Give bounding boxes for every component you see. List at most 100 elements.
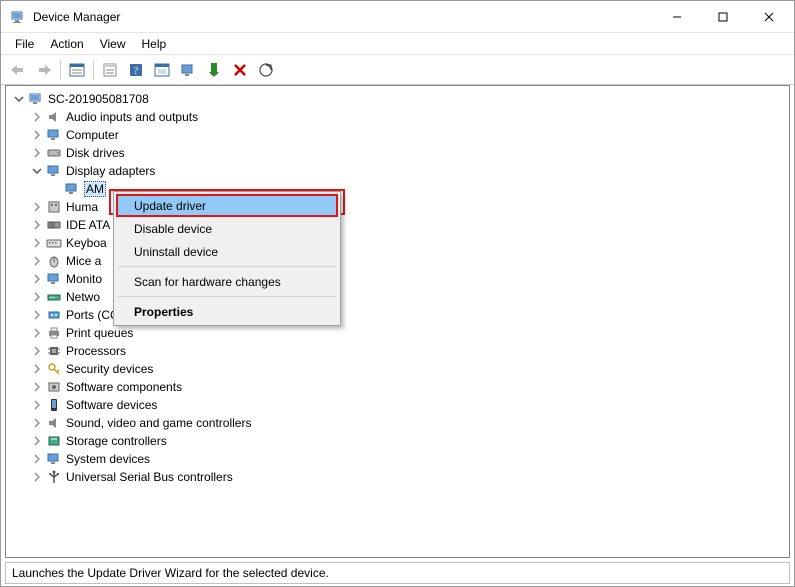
tree-node-system[interactable]: System devices — [8, 450, 787, 468]
ctx-scan-hardware[interactable]: Scan for hardware changes — [116, 270, 338, 293]
svg-text:?: ? — [134, 66, 139, 77]
toolbar-sep — [60, 60, 61, 80]
chevron-right-icon[interactable] — [30, 110, 44, 124]
chevron-right-icon[interactable] — [30, 290, 44, 304]
ide-icon — [46, 217, 62, 233]
tree-node-computer[interactable]: Computer — [8, 126, 787, 144]
chevron-right-icon[interactable] — [30, 128, 44, 142]
spacer — [48, 182, 62, 196]
computer-icon — [28, 91, 44, 107]
node-label: Print queues — [66, 326, 133, 340]
chevron-right-icon[interactable] — [30, 344, 44, 358]
mouse-icon — [46, 253, 62, 269]
usb-icon — [46, 469, 62, 485]
status-text: Launches the Update Driver Wizard for th… — [12, 566, 329, 580]
tree-node-print[interactable]: Print queues — [8, 324, 787, 342]
statusbar: Launches the Update Driver Wizard for th… — [5, 562, 790, 584]
tree-node-security[interactable]: Security devices — [8, 360, 787, 378]
context-menu: Update driver Disable device Uninstall d… — [113, 191, 341, 326]
menu-help[interactable]: Help — [134, 35, 175, 53]
chevron-down-icon[interactable] — [12, 92, 26, 106]
toolbar-back-button[interactable] — [6, 58, 30, 82]
chevron-right-icon[interactable] — [30, 434, 44, 448]
tree-node-sound[interactable]: Sound, video and game controllers — [8, 414, 787, 432]
node-label: Keyboa — [66, 236, 107, 250]
chevron-right-icon[interactable] — [30, 452, 44, 466]
node-label: SC-201905081708 — [48, 92, 149, 106]
chevron-right-icon[interactable] — [30, 272, 44, 286]
toolbar-update-driver-button[interactable] — [150, 58, 174, 82]
speaker-icon — [46, 109, 62, 125]
device-manager-window: Device Manager File Action View Help ? — [0, 0, 795, 587]
node-label: Processors — [66, 344, 126, 358]
toolbar-disable-button[interactable] — [176, 58, 200, 82]
node-label: Security devices — [66, 362, 153, 376]
toolbar-uninstall-button[interactable] — [228, 58, 252, 82]
menu-file[interactable]: File — [7, 35, 42, 53]
chevron-right-icon[interactable] — [30, 326, 44, 340]
chevron-right-icon[interactable] — [30, 416, 44, 430]
node-label: System devices — [66, 452, 150, 466]
tree-root[interactable]: SC-201905081708 — [8, 90, 787, 108]
maximize-button[interactable] — [700, 1, 746, 32]
toolbar: ? — [1, 55, 794, 85]
node-label: Sound, video and game controllers — [66, 416, 251, 430]
speaker-icon — [46, 415, 62, 431]
toolbar-enable-button[interactable] — [202, 58, 226, 82]
tree-node-display-adapters[interactable]: Display adapters — [8, 162, 787, 180]
node-label: Netwo — [66, 290, 100, 304]
ctx-disable-device[interactable]: Disable device — [116, 217, 338, 240]
chevron-right-icon[interactable] — [30, 146, 44, 160]
menu-action[interactable]: Action — [42, 35, 91, 53]
node-label: Mice a — [66, 254, 101, 268]
ctx-uninstall-device[interactable]: Uninstall device — [116, 240, 338, 263]
chevron-right-icon[interactable] — [30, 218, 44, 232]
chevron-right-icon[interactable] — [30, 236, 44, 250]
monitor-icon — [64, 181, 80, 197]
node-label: Universal Serial Bus controllers — [66, 470, 233, 484]
tree-node-usb[interactable]: Universal Serial Bus controllers — [8, 468, 787, 486]
close-button[interactable] — [746, 1, 792, 32]
disk-icon — [46, 145, 62, 161]
node-label: Display adapters — [66, 164, 155, 178]
node-label: Audio inputs and outputs — [66, 110, 198, 124]
chevron-right-icon[interactable] — [30, 254, 44, 268]
node-label: Computer — [66, 128, 119, 142]
node-label: AM — [84, 181, 106, 197]
toolbar-forward-button[interactable] — [32, 58, 56, 82]
chevron-right-icon[interactable] — [30, 398, 44, 412]
chevron-right-icon[interactable] — [30, 470, 44, 484]
tree-node-audio[interactable]: Audio inputs and outputs — [8, 108, 787, 126]
printer-icon — [46, 325, 62, 341]
chevron-right-icon[interactable] — [30, 380, 44, 394]
minimize-button[interactable] — [654, 1, 700, 32]
tree-node-softdev[interactable]: Software devices — [8, 396, 787, 414]
tree-node-disk[interactable]: Disk drives — [8, 144, 787, 162]
node-label: Huma — [66, 200, 98, 214]
chevron-right-icon[interactable] — [30, 200, 44, 214]
ctx-separator — [118, 296, 336, 297]
node-label: Software devices — [66, 398, 157, 412]
tree-node-processors[interactable]: Processors — [8, 342, 787, 360]
chevron-right-icon[interactable] — [30, 362, 44, 376]
component-icon — [46, 379, 62, 395]
softdev-icon — [46, 397, 62, 413]
toolbar-view-button[interactable] — [65, 58, 89, 82]
chevron-down-icon[interactable] — [30, 164, 44, 178]
toolbar-help-button[interactable]: ? — [124, 58, 148, 82]
tree-node-softcomp[interactable]: Software components — [8, 378, 787, 396]
ctx-separator — [118, 266, 336, 267]
tree-node-storage[interactable]: Storage controllers — [8, 432, 787, 450]
menu-view[interactable]: View — [92, 35, 134, 53]
chevron-right-icon[interactable] — [30, 308, 44, 322]
window-title: Device Manager — [33, 10, 654, 24]
toolbar-scan-button[interactable] — [254, 58, 278, 82]
toolbar-properties-button[interactable] — [98, 58, 122, 82]
node-label: Disk drives — [66, 146, 125, 160]
node-label: Monito — [66, 272, 102, 286]
ctx-update-driver[interactable]: Update driver — [116, 194, 338, 217]
app-icon — [9, 8, 27, 26]
node-label: IDE ATA — [66, 218, 110, 232]
ctx-properties[interactable]: Properties — [116, 300, 338, 323]
network-icon — [46, 289, 62, 305]
